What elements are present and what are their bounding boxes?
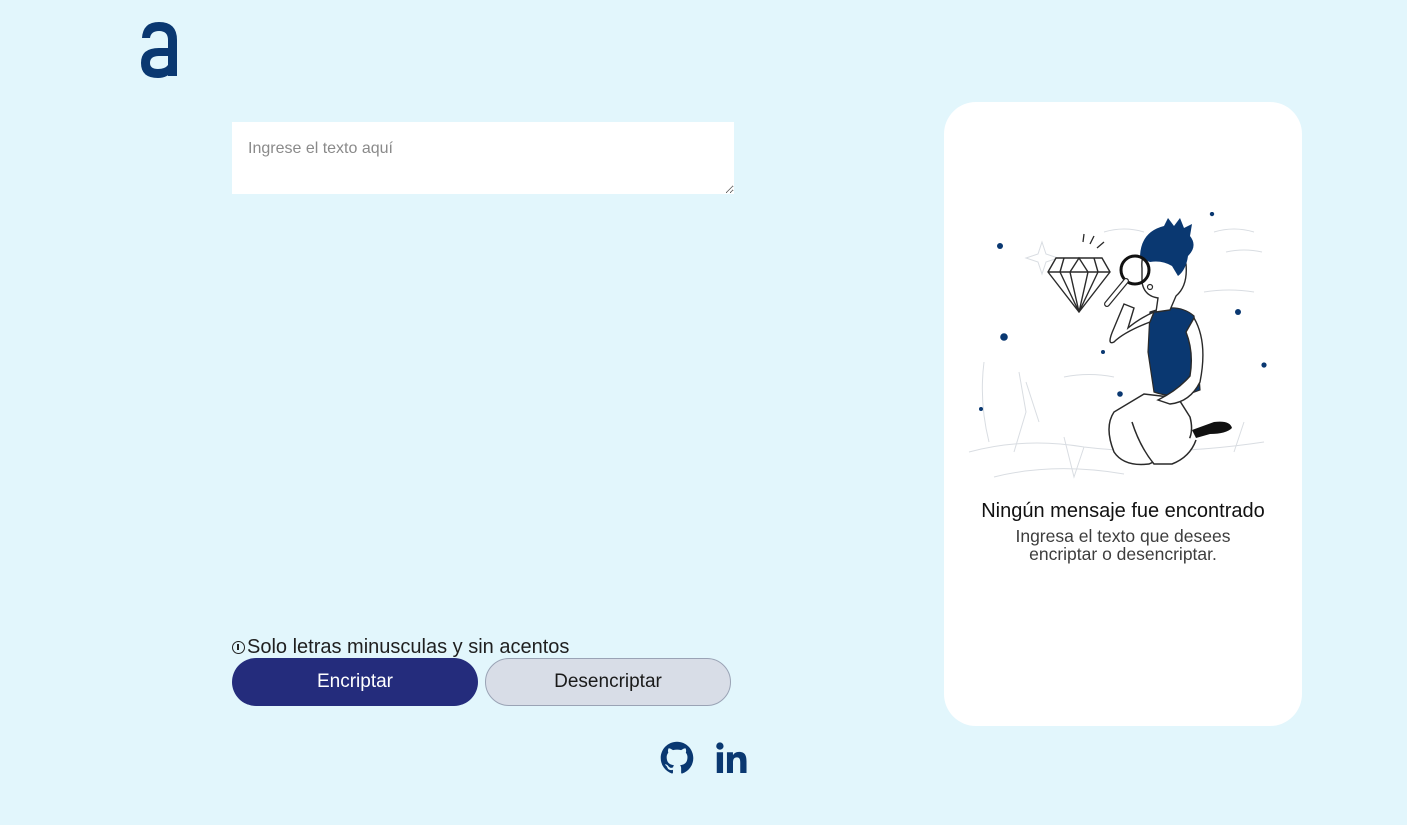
input-warning: Solo letras minusculas y sin acentos [232,636,569,659]
result-panel: Ningún mensaje fue encontrado Ingresa el… [944,102,1302,726]
text-input-container [232,122,734,194]
result-subtitle: Ingresa el texto que desees encriptar o … [1015,526,1231,564]
result-title: Ningún mensaje fue encontrado [981,500,1265,522]
decrypt-button[interactable]: Desencriptar [485,658,731,706]
alura-logo-icon[interactable] [137,18,183,82]
linkedin-icon[interactable] [713,740,749,776]
boy-with-magnifier-illustration [968,212,1267,479]
info-icon [232,641,245,654]
warning-text: Solo letras minusculas y sin acentos [247,636,570,658]
text-input[interactable] [232,122,734,194]
github-icon[interactable] [660,740,694,776]
encrypt-button[interactable]: Encriptar [232,658,478,706]
